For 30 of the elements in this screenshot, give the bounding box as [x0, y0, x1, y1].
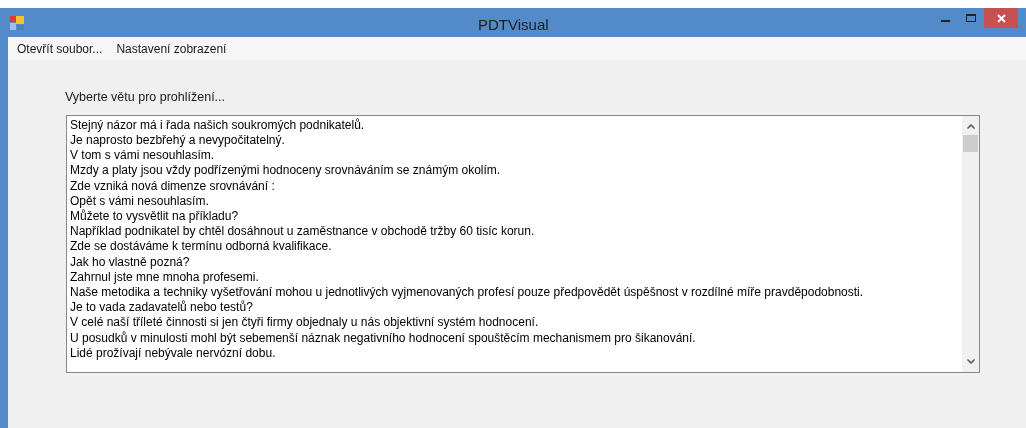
close-button[interactable] [984, 8, 1018, 28]
list-item[interactable]: Zahrnul jste mne mnoha profesemi. [70, 269, 962, 285]
app-icon [10, 15, 24, 30]
list-item[interactable]: Můžete to vysvětlit na příkladu? [70, 208, 962, 225]
list-item[interactable]: Opět s vámi nesouhlasím. [70, 193, 962, 209]
menu-item[interactable]: Otevřít soubor... [10, 39, 110, 58]
sentence-list[interactable] [66, 114, 980, 373]
list-item[interactable]: Je naprosto bezbřehý a nevypočitatelný. [70, 132, 962, 149]
scroll-down-icon[interactable] [966, 358, 975, 364]
prompt-label: Vyberte větu pro prohlížení... [65, 89, 227, 106]
menu-item[interactable]: Nastavení zobrazení [109, 39, 234, 58]
list-item[interactable]: Zde se dostáváme k termínu odborná kvalifikace. [70, 239, 962, 255]
list-item[interactable]: Například podnikatel by chtěl dosáhnout u zaměstnance v obchodě tržby 60 tisíc korun. [70, 224, 962, 240]
scrollbar[interactable] [962, 115, 979, 372]
list-item[interactable]: V celé naší tříleté činnosti si jen čtyři firmy objednaly u nás objektivní systém hodnocení. [70, 315, 962, 331]
list-item[interactable]: V tom s vámi nesouhlasím. [70, 148, 962, 164]
minimize-icon [940, 20, 950, 22]
scroll-up-icon[interactable] [966, 123, 975, 129]
list-item[interactable]: Naše metodika a techniky vyšetřování mohou u jednotlivých vyjmenovaných profesí pouze předpovědět úspěšnost v rozdílné míře pravděpodobnosti. [70, 285, 962, 301]
list-item[interactable]: Je to vada zadavatelů nebo testů? [70, 300, 962, 316]
scroll-thumb[interactable] [963, 134, 978, 152]
list-item[interactable]: Mzdy a platy jsou vždy podřízenými hodnoceny srovnáváním se známým okolím. [70, 163, 962, 179]
close-icon [996, 13, 1006, 23]
list-item[interactable]: Lidé prožívají nebývale nervózní dobu. [70, 345, 962, 361]
window-title: PDTVisual [478, 15, 549, 35]
list-item[interactable]: Jak ho vlastně pozná? [70, 254, 962, 270]
maximize-icon [966, 14, 976, 22]
list-item[interactable]: U posudků v minulosti mohl být sebemenší náznak negativního hodnocení spouštěcím mechanismem pro šikanování. [70, 330, 962, 346]
list-item[interactable]: Zde vzniká nová dimenze srovnávání : [70, 178, 962, 194]
list-item[interactable]: Stejný názor má i řada našich soukromých podnikatelů. [70, 117, 962, 133]
